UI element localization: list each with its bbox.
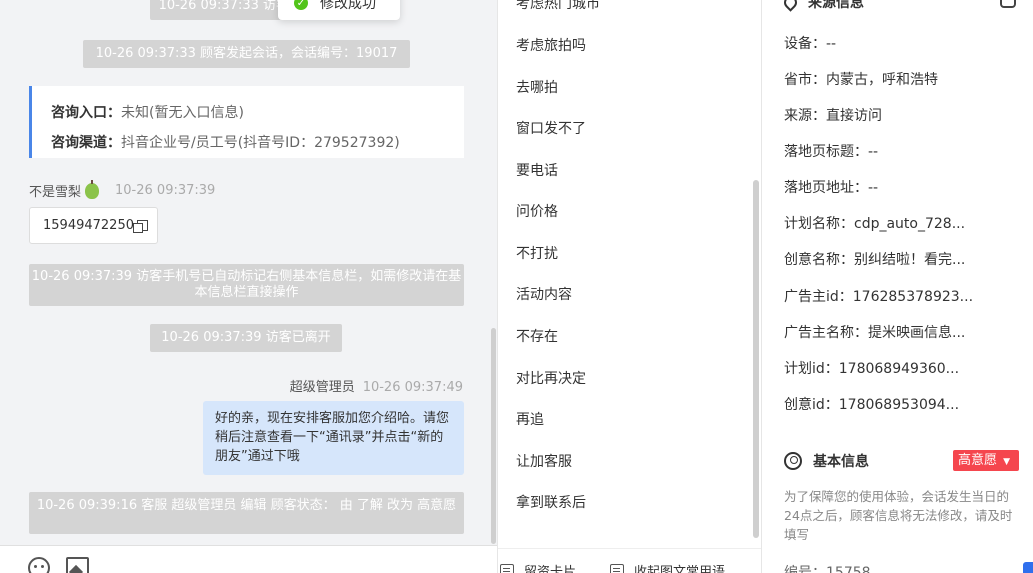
quick-reply-item[interactable]: 不存在 — [516, 326, 558, 346]
caret-down-icon: ▼ — [1003, 457, 1011, 467]
lead-card-button[interactable]: 留资卡片 — [500, 561, 576, 573]
toast-text: 修改成功 — [320, 0, 376, 12]
source-row-advertiser-id: 广告主id：176285378923... — [784, 289, 974, 305]
intent-status-dropdown[interactable]: 高意愿 ▼ — [953, 450, 1019, 471]
location-pin-icon — [781, 0, 800, 12]
phone-message: 15949472250 — [29, 207, 158, 244]
check-circle-icon: ✓ — [294, 0, 308, 10]
chat-scrollbar[interactable] — [491, 328, 496, 544]
quick-reply-item[interactable]: 再追 — [516, 409, 544, 429]
system-message-status: 10-26 09:39:16 客服 超级管理员 编辑 顾客状态： 由 了解 改为… — [29, 492, 464, 534]
source-row-advertiser-name: 广告主名称：提米映画信息... — [784, 325, 966, 341]
emoji-icon[interactable] — [28, 557, 50, 573]
source-row-source: 来源：直接访问 — [784, 108, 882, 124]
quick-reply-item[interactable]: 不打扰 — [516, 243, 558, 263]
source-row-device: 设备：-- — [784, 36, 837, 52]
edit-icon[interactable] — [1000, 0, 1016, 8]
card-icon — [500, 563, 514, 573]
quick-reply-item[interactable]: 让加客服 — [516, 451, 572, 471]
source-row-plan-name: 计划名称：cdp_auto_728... — [784, 216, 966, 232]
quick-reply-item[interactable]: 去哪拍 — [516, 77, 558, 97]
consult-channel: 咨询渠道：抖音企业号/员工号(抖音号ID：279527392) — [51, 135, 400, 151]
collapse-phrases-button[interactable]: 收起图文常用语 — [610, 561, 725, 573]
customer-info-panel: 来源信息 设备：-- 省市：内蒙古，呼和浩特 来源：直接访问 落地页标题：-- … — [762, 0, 1033, 573]
image-icon[interactable] — [66, 557, 89, 573]
app-root: 10-26 09:37:33 访客... ✓ 修改成功 10-26 09:37:… — [0, 0, 1033, 573]
phone-number: 15949472250 — [43, 218, 134, 233]
visitor-header: 不是雪梨 10-26 09:37:39 — [29, 179, 216, 200]
agent-time: 10-26 09:37:49 — [362, 380, 463, 395]
success-toast: ✓ 修改成功 — [278, 0, 400, 20]
quick-reply-item[interactable]: 窗口发不了 — [516, 118, 586, 138]
side-action-button[interactable] — [1023, 562, 1033, 573]
source-info-title: 来源信息 — [781, 0, 864, 12]
consult-entry: 咨询入口：未知(暂无入口信息) — [51, 105, 244, 121]
source-row-plan-id: 计划id：178068949360... — [784, 361, 960, 377]
consult-info-card: 咨询入口：未知(暂无入口信息) 咨询渠道：抖音企业号/员工号(抖音号ID：279… — [29, 86, 464, 158]
quick-reply-item[interactable]: 拿到联系后 — [516, 492, 586, 512]
basic-info-title: 基本信息 — [784, 451, 869, 471]
agent-message: 好的亲，现在安排客服加您介绍哈。请您稍后注意查看一下“通讯录”并点击“新的朋友”… — [203, 401, 464, 475]
quick-reply-item[interactable]: 对比再决定 — [516, 368, 586, 388]
quick-reply-item[interactable]: 问价格 — [516, 201, 558, 221]
quick-replies-footer: 留资卡片 收起图文常用语 — [498, 548, 761, 573]
basic-row-number: 编号：15758 — [784, 565, 871, 573]
source-row-landing-url: 落地页地址：-- — [784, 180, 879, 196]
quick-reply-item[interactable]: 考虑旅拍吗 — [516, 35, 586, 55]
agent-name: 超级管理员 — [289, 380, 355, 395]
agent-header: 超级管理员 10-26 09:37:49 — [290, 376, 463, 395]
quick-replies-scrollbar[interactable] — [753, 180, 759, 538]
system-message-session: 10-26 09:37:33 顾客发起会话，会话编号：19017 — [83, 40, 410, 68]
quick-replies-panel: 考虑热门城市 考虑旅拍吗 去哪拍 窗口发不了 要电话 问价格 不打扰 活动内容 … — [498, 0, 762, 573]
copy-icon[interactable] — [132, 220, 148, 233]
input-toolbar — [0, 545, 497, 573]
source-row-creative-id: 创意id：178068953094... — [784, 397, 960, 413]
quick-reply-item[interactable]: 要电话 — [516, 160, 558, 180]
basic-info-note: 为了保障您的使用体验，会话发生当日的24点之后，顾客信息将无法修改，请及时填写 — [784, 489, 1013, 542]
source-row-creative-name: 创意名称：别纠结啦！看完... — [784, 252, 966, 268]
quick-reply-item[interactable]: 考虑热门城市 — [516, 0, 600, 13]
source-row-city: 省市：内蒙古，呼和浩特 — [784, 72, 938, 88]
document-icon — [610, 563, 624, 573]
source-row-landing-title: 落地页标题：-- — [784, 144, 879, 160]
pear-icon — [85, 179, 100, 199]
quick-reply-item[interactable]: 活动内容 — [516, 284, 572, 304]
chat-panel: 10-26 09:37:33 访客... ✓ 修改成功 10-26 09:37:… — [0, 0, 498, 573]
visitor-name: 不是雪梨 — [29, 185, 82, 200]
system-message-phone-note: 10-26 09:37:39 访客手机号已自动标记右侧基本信息栏，如需修改请在基… — [29, 264, 464, 306]
user-circle-icon — [784, 452, 802, 470]
visitor-time: 10-26 09:37:39 — [115, 183, 216, 198]
system-message-left: 10-26 09:37:39 访客已离开 — [150, 324, 342, 352]
